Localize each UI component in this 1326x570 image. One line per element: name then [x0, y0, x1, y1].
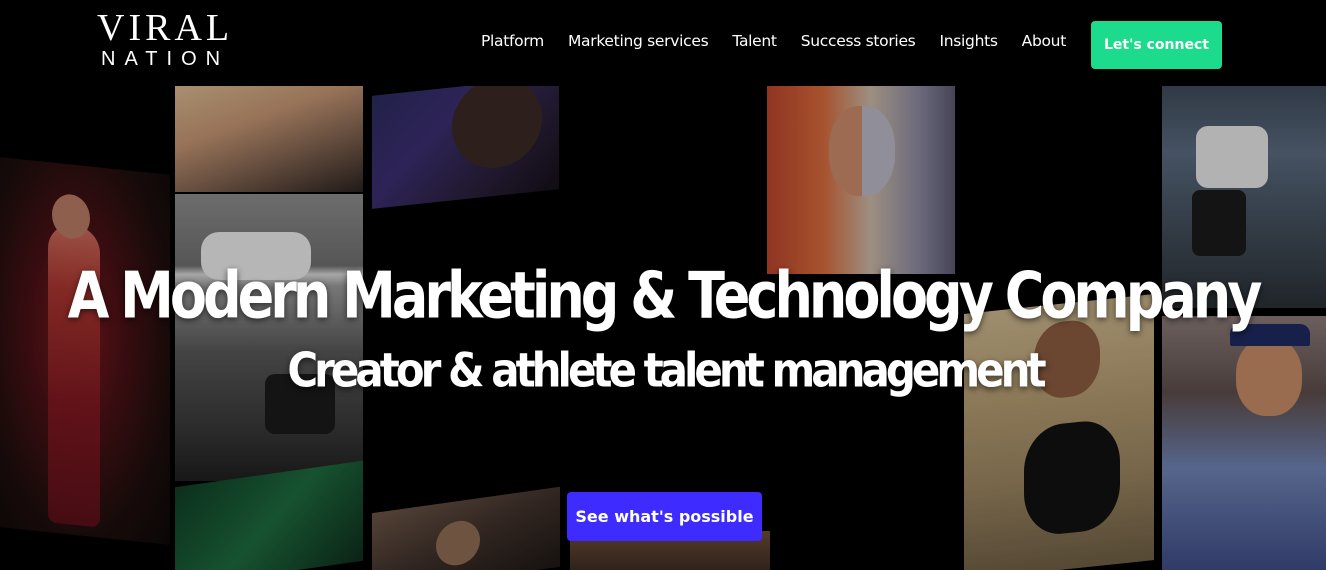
photo-tile-man-with-cat	[964, 294, 1154, 570]
logo-wordmark-bottom: NATION	[101, 48, 230, 70]
photo-tile-blonde-woman	[175, 86, 363, 192]
photo-tile-painted-face	[767, 86, 955, 274]
lets-connect-button[interactable]: Let's connect	[1091, 21, 1222, 69]
nav-about[interactable]: About	[1022, 32, 1067, 50]
viral-nation-logo[interactable]: VIRAL NATION	[97, 7, 251, 72]
photo-tile-laughing-man	[372, 86, 559, 209]
nav-platform[interactable]: Platform	[481, 32, 544, 50]
nav-marketing-services[interactable]: Marketing services	[568, 32, 709, 50]
nav-insights[interactable]: Insights	[939, 32, 998, 50]
hero-section: A Modern Marketing & Technology Company …	[0, 86, 1326, 570]
hero-subheadline: Creator & athlete talent management	[287, 343, 1046, 398]
site-header: VIRAL NATION Platform Marketing services…	[0, 0, 1326, 86]
photo-tile-street-hat	[372, 486, 560, 570]
main-nav: Platform Marketing services Talent Succe…	[481, 32, 1090, 50]
photo-tile-vr-headset	[175, 194, 363, 481]
see-whats-possible-button[interactable]: See what's possible	[567, 492, 762, 541]
logo-wordmark-top: VIRAL	[97, 7, 234, 49]
nav-success-stories[interactable]: Success stories	[801, 32, 916, 50]
nav-talent[interactable]: Talent	[732, 32, 777, 50]
hero-headline: A Modern Marketing & Technology Company	[67, 258, 1263, 333]
